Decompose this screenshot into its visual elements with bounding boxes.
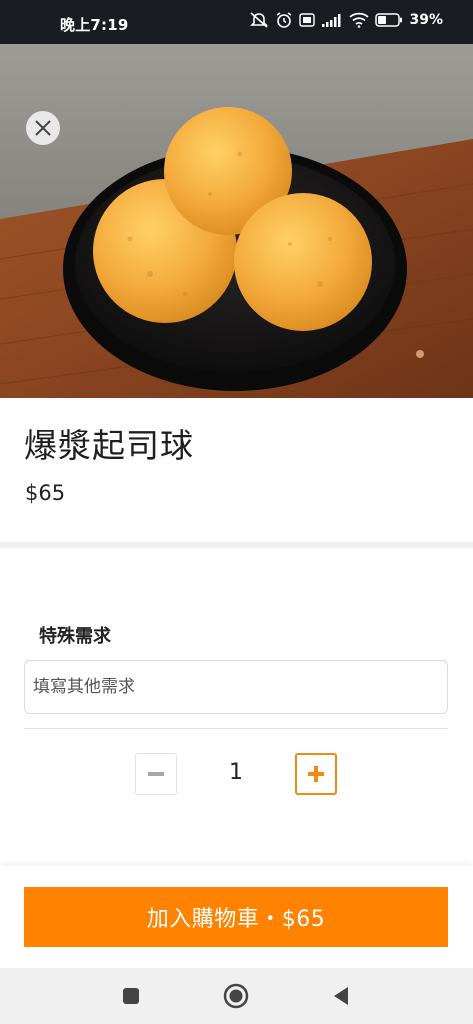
- battery-icon: [375, 13, 403, 27]
- decrease-quantity-button[interactable]: [135, 753, 177, 795]
- hd-icon: [299, 13, 316, 27]
- mute-icon: [250, 12, 269, 28]
- close-icon: [35, 120, 51, 136]
- section-divider: [0, 542, 473, 548]
- recent-apps-button[interactable]: [117, 982, 145, 1010]
- increase-quantity-button[interactable]: [295, 753, 337, 795]
- status-time: 晚上7:19: [60, 16, 129, 34]
- quantity-value: 1: [229, 760, 243, 785]
- plus-icon: [308, 766, 324, 782]
- back-button[interactable]: [327, 982, 355, 1010]
- wifi-icon: [349, 12, 370, 28]
- battery-percentage: 39%: [409, 12, 443, 28]
- close-button[interactable]: [26, 111, 60, 145]
- cheese-balls-photo: [0, 44, 473, 398]
- product-image: [0, 44, 473, 398]
- add-to-cart-button[interactable]: 加入購物車・$65: [24, 887, 448, 947]
- divider: [24, 728, 448, 729]
- home-circle-icon: [223, 983, 249, 1009]
- status-bar: 晚上7:19 39%: [0, 0, 473, 44]
- special-requests-input[interactable]: [24, 660, 448, 714]
- back-triangle-icon: [334, 987, 348, 1005]
- alarm-icon: [277, 12, 292, 28]
- navigation-bar: [0, 968, 473, 1024]
- home-button[interactable]: [222, 982, 250, 1010]
- signal-icon: [322, 14, 341, 27]
- square-icon: [123, 988, 139, 1004]
- minus-icon: [148, 772, 164, 776]
- special-requests-label: 特殊需求: [39, 626, 111, 647]
- product-name: 爆漿起司球: [24, 426, 194, 465]
- status-icons: 39%: [249, 12, 443, 28]
- product-price: $65: [25, 481, 66, 505]
